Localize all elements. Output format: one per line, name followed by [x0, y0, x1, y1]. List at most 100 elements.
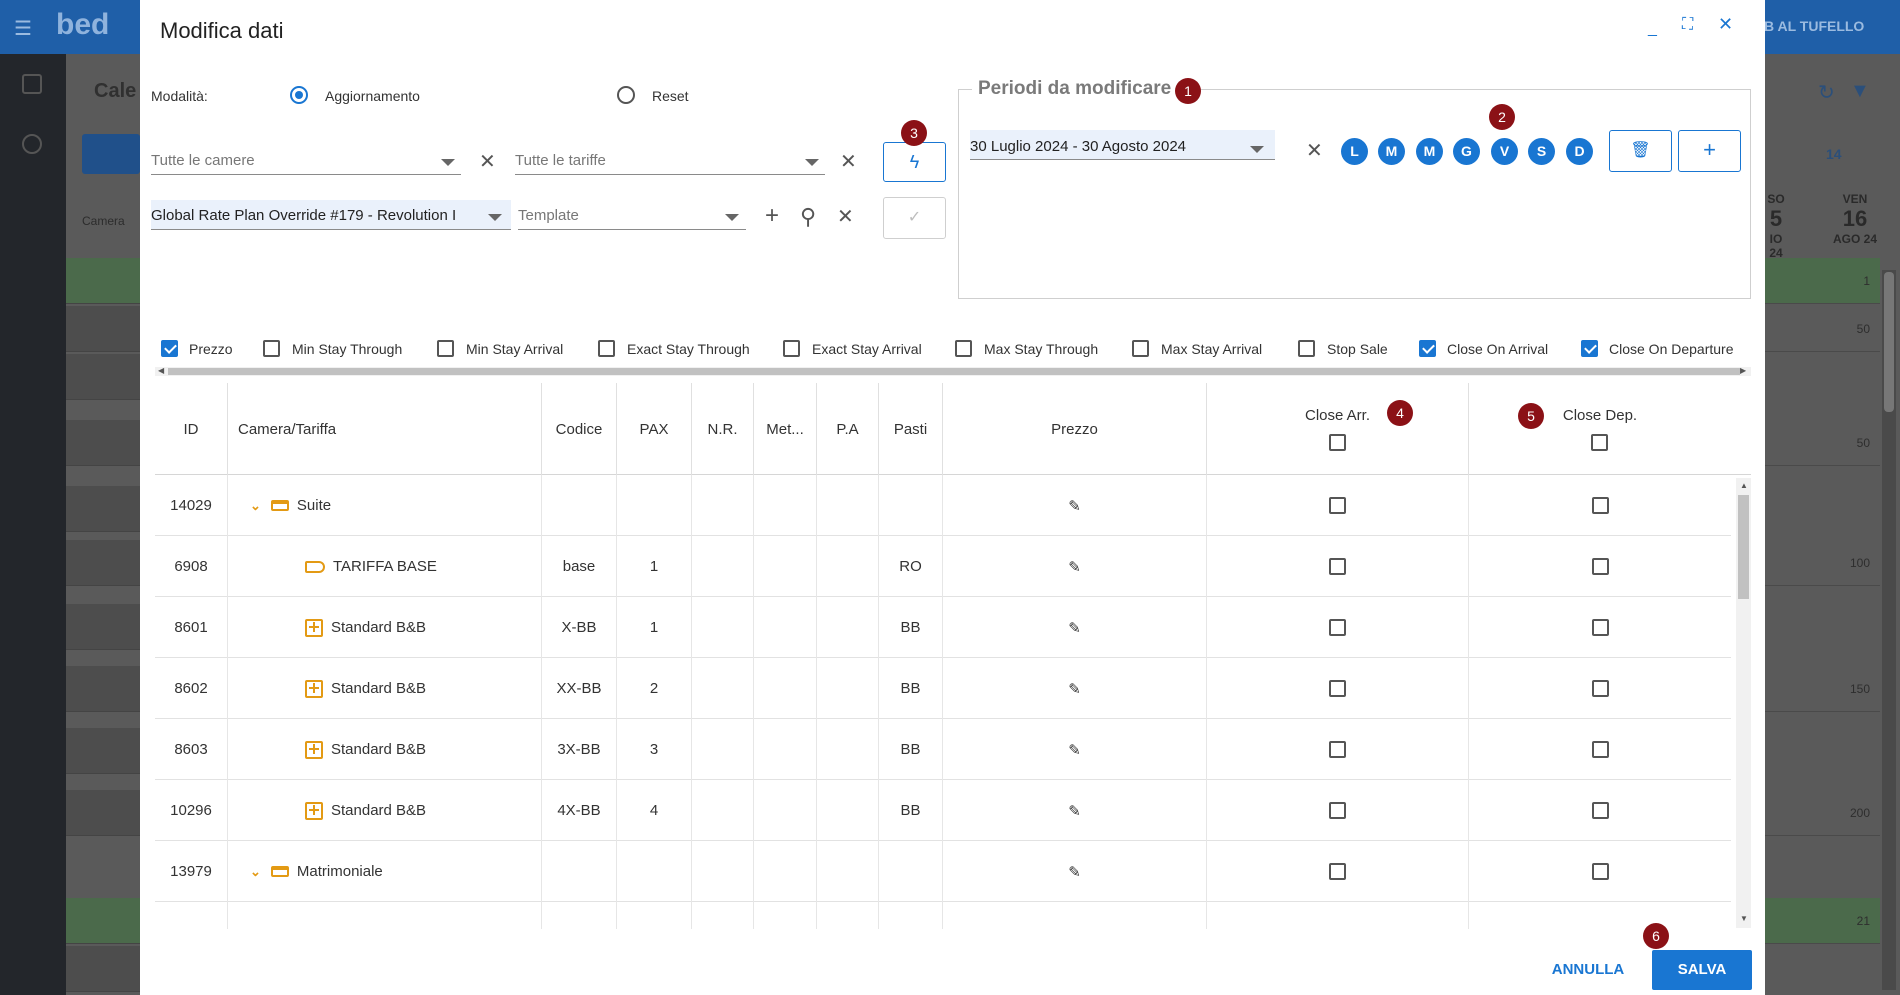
field-checkbox-label[interactable]: Max Stay Arrival — [1161, 341, 1262, 357]
scroll-down-icon[interactable]: ▼ — [1740, 914, 1748, 923]
weekday-monday-toggle[interactable]: L — [1341, 138, 1368, 165]
row-pa — [817, 719, 879, 780]
close-arrival-checkbox[interactable] — [1329, 741, 1346, 758]
mode-update-label[interactable]: Aggiornamento — [325, 88, 420, 104]
apply-bolt-button[interactable]: ϟ — [883, 142, 946, 182]
close-arrival-checkbox[interactable] — [1329, 680, 1346, 697]
search-icon[interactable]: ⚲ — [800, 204, 816, 230]
maximize-icon[interactable]: ⛶ — [1682, 16, 1693, 34]
weekday-thursday-toggle[interactable]: G — [1453, 138, 1480, 165]
close-arrival-checkbox[interactable] — [1329, 558, 1346, 575]
close-icon[interactable]: ✕ — [1718, 14, 1733, 35]
pencil-icon[interactable]: ✎ — [1068, 619, 1081, 637]
clear-template-icon[interactable]: ✕ — [837, 207, 854, 227]
field-checkbox[interactable] — [1298, 340, 1315, 357]
scroll-up-icon[interactable]: ▲ — [1740, 481, 1748, 490]
close-departure-checkbox[interactable] — [1591, 558, 1609, 575]
template-select[interactable]: Template — [518, 200, 746, 230]
field-checkbox-label[interactable]: Close On Departure — [1609, 341, 1734, 357]
background-cell: 1 — [1762, 258, 1880, 304]
row-pax — [617, 841, 692, 902]
delete-period-button[interactable]: 🗑 — [1609, 130, 1672, 172]
pencil-icon[interactable]: ✎ — [1068, 497, 1081, 515]
chevron-down-icon[interactable]: ⌄ — [250, 498, 261, 514]
field-checkbox[interactable] — [598, 340, 615, 357]
vertical-scrollbar-thumb[interactable] — [1738, 495, 1749, 599]
horizontal-scrollbar-thumb[interactable] — [168, 368, 1740, 375]
clear-rooms-icon[interactable]: ✕ — [479, 152, 496, 172]
rate-plan-select[interactable]: Global Rate Plan Override #179 - Revolut… — [151, 200, 511, 230]
cancel-button[interactable]: ANNULLA — [1538, 950, 1638, 990]
weekday-wednesday-toggle[interactable]: M — [1416, 138, 1443, 165]
rates-select[interactable]: Tutte le tariffe — [515, 145, 825, 175]
field-checkbox-label[interactable]: Prezzo — [189, 341, 233, 357]
close-arrival-all-checkbox[interactable] — [1329, 434, 1346, 451]
field-checkbox-label[interactable]: Stop Sale — [1327, 341, 1388, 357]
row-code: 4X-BB — [542, 780, 617, 841]
confirm-template-button[interactable]: ✓ — [883, 197, 946, 239]
field-checkbox-label[interactable]: Exact Stay Through — [627, 341, 750, 357]
table-row: 14029 ⌄ Suite ✎ — [155, 475, 1731, 536]
field-checkbox-label[interactable]: Exact Stay Arrival — [812, 341, 922, 357]
pencil-icon[interactable]: ✎ — [1068, 802, 1081, 820]
field-checkbox[interactable] — [437, 340, 454, 357]
mode-reset-label[interactable]: Reset — [652, 88, 689, 104]
add-template-icon[interactable]: + — [765, 202, 779, 230]
row-meals — [879, 841, 943, 902]
annotation-badge: 3 — [901, 120, 927, 146]
weekday-sunday-toggle[interactable]: D — [1566, 138, 1593, 165]
close-departure-all-checkbox[interactable] — [1591, 434, 1609, 451]
scroll-left-icon[interactable]: ◀ — [158, 366, 164, 375]
chevron-down-icon[interactable]: ⌄ — [250, 864, 261, 880]
field-checkbox[interactable] — [263, 340, 280, 357]
close-departure-checkbox[interactable] — [1591, 680, 1609, 697]
row-code: base — [542, 536, 617, 597]
field-checkbox[interactable] — [1132, 340, 1149, 357]
field-checkbox[interactable] — [783, 340, 800, 357]
save-button[interactable]: SALVA — [1652, 950, 1752, 990]
background-sidebar — [0, 54, 66, 995]
field-checkbox-label[interactable]: Min Stay Through — [292, 341, 402, 357]
add-period-button[interactable]: + — [1678, 130, 1741, 172]
table-header: ID Camera/Tariffa Codice PAX N.R. Met...… — [155, 383, 1751, 475]
field-checkbox[interactable] — [161, 340, 178, 357]
weekday-friday-toggle[interactable]: V — [1491, 138, 1518, 165]
close-arrival-checkbox[interactable] — [1329, 863, 1346, 880]
row-nr — [692, 536, 754, 597]
row-nr — [692, 719, 754, 780]
scroll-right-icon[interactable]: ▶ — [1740, 366, 1746, 375]
tag-icon — [305, 560, 325, 573]
rooms-select[interactable]: Tutte le camere — [151, 145, 461, 175]
close-departure-checkbox[interactable] — [1591, 741, 1609, 758]
pencil-icon[interactable]: ✎ — [1068, 863, 1081, 881]
close-departure-checkbox[interactable] — [1591, 619, 1609, 636]
weekday-tuesday-toggle[interactable]: M — [1378, 138, 1405, 165]
table-row — [155, 902, 1731, 929]
field-checkbox-label[interactable]: Close On Arrival — [1447, 341, 1548, 357]
chevron-down-icon — [725, 214, 739, 221]
close-arrival-checkbox[interactable] — [1329, 497, 1346, 514]
row-price-cell: ✎ — [943, 841, 1207, 902]
field-checkbox[interactable] — [1419, 340, 1436, 357]
field-checkbox-label[interactable]: Max Stay Through — [984, 341, 1098, 357]
background-row — [66, 486, 140, 532]
close-arrival-checkbox[interactable] — [1329, 802, 1346, 819]
close-departure-checkbox[interactable] — [1591, 802, 1609, 819]
pencil-icon[interactable]: ✎ — [1068, 741, 1081, 759]
field-checkbox[interactable] — [1581, 340, 1598, 357]
table-row: 13979 ⌄ Matrimoniale ✎ — [155, 841, 1731, 902]
pencil-icon[interactable]: ✎ — [1068, 558, 1081, 576]
mode-reset-radio[interactable] — [617, 86, 635, 104]
close-arrival-checkbox[interactable] — [1329, 619, 1346, 636]
minimize-icon[interactable]: _ — [1648, 20, 1657, 38]
field-checkbox-label[interactable]: Min Stay Arrival — [466, 341, 563, 357]
close-departure-checkbox[interactable] — [1591, 497, 1609, 514]
field-checkbox[interactable] — [955, 340, 972, 357]
weekday-saturday-toggle[interactable]: S — [1528, 138, 1555, 165]
clear-period-icon[interactable]: ✕ — [1306, 141, 1323, 161]
mode-update-radio[interactable] — [290, 86, 308, 104]
close-departure-checkbox[interactable] — [1591, 863, 1609, 880]
clear-rates-icon[interactable]: ✕ — [840, 152, 857, 172]
pencil-icon[interactable]: ✎ — [1068, 680, 1081, 698]
period-select[interactable]: 30 Luglio 2024 - 30 Agosto 2024 — [970, 130, 1275, 160]
